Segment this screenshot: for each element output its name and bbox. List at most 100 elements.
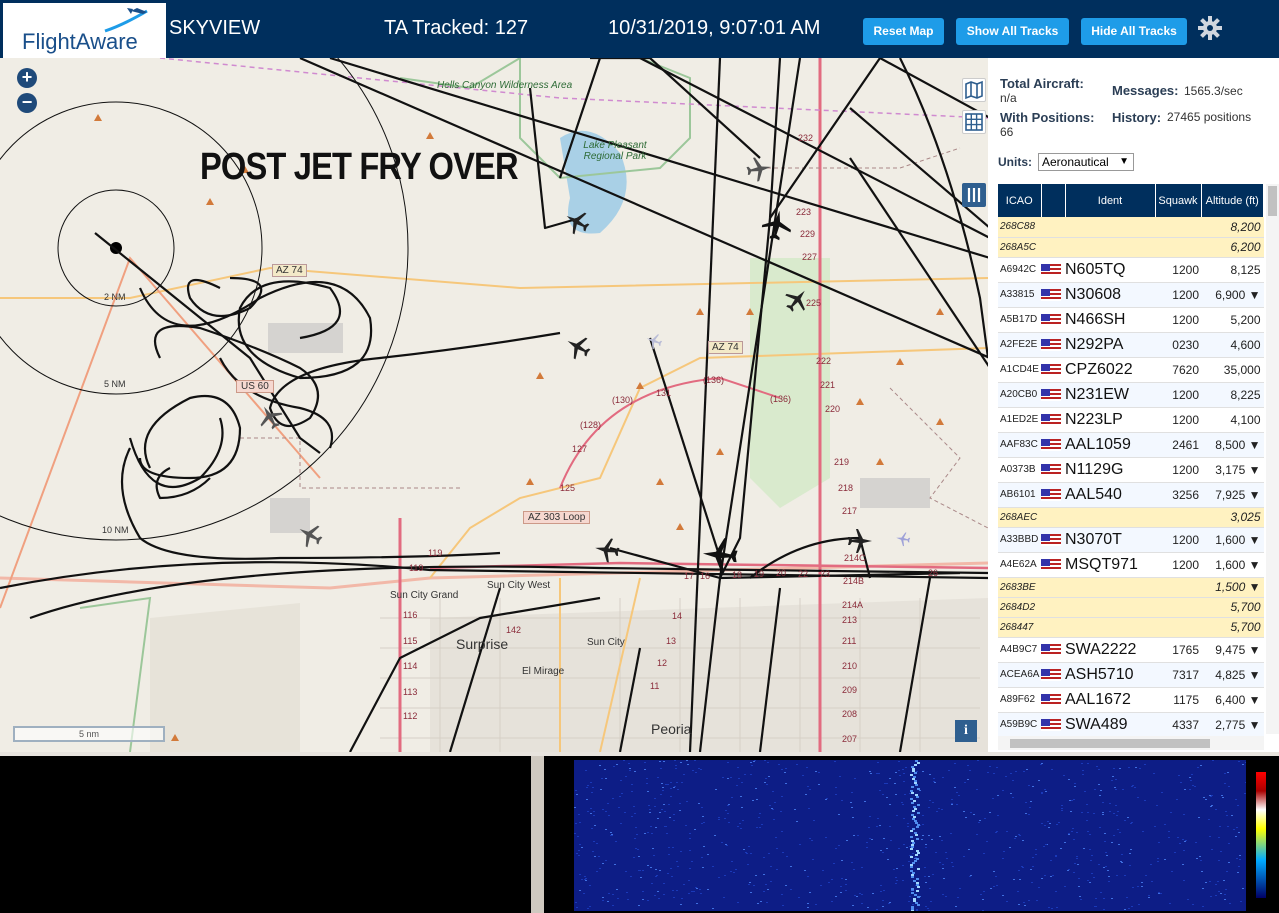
map-layers-button[interactable] xyxy=(962,78,986,102)
waterfall-pixel xyxy=(922,771,924,772)
airplane-icon[interactable] xyxy=(256,403,284,431)
waterfall-pixel xyxy=(731,797,733,798)
flightaware-logo[interactable]: FlightAware xyxy=(3,3,166,58)
hide-all-tracks-button[interactable]: Hide All Tracks xyxy=(1081,18,1187,45)
waterfall-pixel xyxy=(1094,789,1096,790)
route-marker: 219 xyxy=(834,457,850,467)
airplane-icon[interactable] xyxy=(745,155,773,183)
waterfall-pixel xyxy=(680,762,682,763)
airplane-icon[interactable] xyxy=(700,535,740,575)
table-row[interactable]: A4B9C7 SWA2222 1765 9,475 ▼ xyxy=(998,637,1264,663)
table-row[interactable]: A33BBD N3070T 1200 1,600 ▼ xyxy=(998,527,1264,553)
cell-flag xyxy=(1041,307,1065,333)
waterfall-pixel xyxy=(1028,900,1030,901)
table-row[interactable]: A6942C N605TQ 1200 8,125 xyxy=(998,257,1264,283)
waterfall-pixel xyxy=(786,856,788,857)
grid-toggle-button[interactable] xyxy=(962,110,986,134)
scrollbar-thumb[interactable] xyxy=(1268,186,1277,216)
waterfall-pixel xyxy=(935,852,937,853)
table-row[interactable]: A0373B N1129G 1200 3,175 ▼ xyxy=(998,457,1264,483)
column-header-ident[interactable]: Ident xyxy=(1065,184,1156,217)
waterfall-pixel xyxy=(620,780,622,781)
table-horizontal-scrollbar[interactable] xyxy=(998,736,1264,750)
waterfall-pixel xyxy=(1148,897,1150,898)
waterfall-pixel xyxy=(647,832,649,833)
waterfall-pixel xyxy=(1240,901,1242,902)
aircraft-table-wrapper[interactable]: ICAO Ident Squawk Altitude (ft) 268C88 8,… xyxy=(998,184,1264,739)
table-row[interactable]: A1CD4E CPZ6022 7620 35,000 xyxy=(998,357,1264,383)
table-vertical-scrollbar[interactable] xyxy=(1266,184,1279,734)
table-row[interactable]: 268C88 8,200 xyxy=(998,217,1264,238)
airplane-icon[interactable] xyxy=(783,286,811,314)
waterfall-pixel xyxy=(1025,802,1027,803)
waterfall-pixel xyxy=(1183,814,1185,815)
waterfall-pixel xyxy=(828,882,830,883)
airplane-icon[interactable] xyxy=(645,332,663,350)
column-header-icao[interactable]: ICAO xyxy=(998,184,1042,217)
airplane-icon[interactable] xyxy=(564,333,592,361)
waterfall-pixel xyxy=(838,814,840,815)
cell-ident: N3070T xyxy=(1065,527,1155,553)
waterfall-pixel xyxy=(749,882,751,883)
zoom-in-button[interactable]: + xyxy=(17,68,37,88)
table-row[interactable]: A89F62 AAL1672 1175 6,400 ▼ xyxy=(998,687,1264,713)
scrollbar-thumb[interactable] xyxy=(1010,739,1210,748)
info-button[interactable]: i xyxy=(955,720,977,742)
column-header-flag[interactable] xyxy=(1041,184,1066,217)
waterfall-pixel xyxy=(1028,785,1030,786)
waterfall-pixel xyxy=(784,772,786,773)
airplane-icon[interactable] xyxy=(296,521,324,549)
waterfall-pixel xyxy=(835,787,837,788)
waterfall-pixel xyxy=(1061,810,1063,811)
table-row[interactable]: 2684D2 5,700 xyxy=(998,597,1264,618)
cell-flag xyxy=(1041,382,1065,408)
waterfall-pixel xyxy=(1205,799,1207,800)
table-row[interactable]: ACEA6A ASH5710 7317 4,825 ▼ xyxy=(998,662,1264,688)
waterfall-pixel xyxy=(591,828,593,829)
reset-map-button[interactable]: Reset Map xyxy=(863,18,944,45)
route-marker: 227 xyxy=(802,252,818,262)
waterfall-pixel xyxy=(1064,886,1066,887)
units-select[interactable]: Aeronautical ▼ xyxy=(1038,153,1134,171)
waterfall-pixel xyxy=(956,792,958,793)
table-row[interactable]: 268447 5,700 xyxy=(998,617,1264,638)
airplane-icon[interactable] xyxy=(846,527,874,555)
waterfall-pixel xyxy=(757,903,759,904)
cell-squawk: 1200 xyxy=(1155,282,1201,308)
table-row[interactable]: 268A5C 6,200 xyxy=(998,237,1264,258)
table-row[interactable]: A2FE2E N292PA 0230 4,600 xyxy=(998,332,1264,358)
airplane-icon[interactable] xyxy=(563,208,591,236)
waterfall-pixel xyxy=(1068,779,1070,780)
waterfall-pixel xyxy=(1215,884,1217,885)
toggle-sidebar-button[interactable] xyxy=(962,183,986,207)
waterfall-pixel xyxy=(868,827,870,828)
waterfall-pixel xyxy=(585,770,587,771)
gear-icon[interactable] xyxy=(1198,16,1222,40)
waterfall-pixel xyxy=(1015,771,1017,772)
waterfall-pixel xyxy=(1111,842,1113,843)
table-row[interactable]: 2683BE 1,500 ▼ xyxy=(998,577,1264,598)
airplane-icon[interactable] xyxy=(760,208,794,242)
table-row[interactable]: A4E62A MSQT971 1200 1,600 ▼ xyxy=(998,552,1264,578)
table-row[interactable]: A59B9C SWA489 4337 2,775 ▼ xyxy=(998,712,1264,738)
table-row[interactable]: A33815 N30608 1200 6,900 ▼ xyxy=(998,282,1264,308)
waterfall-pixel xyxy=(1226,871,1228,872)
column-header-squawk[interactable]: Squawk xyxy=(1155,184,1202,217)
zoom-out-button[interactable]: − xyxy=(17,93,37,113)
table-row[interactable]: AB6101 AAL540 3256 7,925 ▼ xyxy=(998,482,1264,508)
airplane-icon[interactable] xyxy=(593,536,621,564)
waterfall-pixel xyxy=(886,797,888,798)
cell-icao: 268AEC xyxy=(998,507,1041,528)
map-view[interactable]: Hells Canyon Wilderness Area Lake Pleasa… xyxy=(0,58,988,752)
table-row[interactable]: A20CB0 N231EW 1200 8,225 xyxy=(998,382,1264,408)
column-header-altitude[interactable]: Altitude (ft) xyxy=(1201,184,1264,217)
map-scale-bar: 5 nm xyxy=(13,726,165,742)
table-row[interactable]: A1ED2E N223LP 1200 4,100 xyxy=(998,407,1264,433)
waterfall-pixel xyxy=(806,767,808,768)
table-row[interactable]: 268AEC 3,025 xyxy=(998,507,1264,528)
table-row[interactable]: A5B17D N466SH 1200 5,200 xyxy=(998,307,1264,333)
table-row[interactable]: AAF83C AAL1059 2461 8,500 ▼ xyxy=(998,432,1264,458)
airplane-icon[interactable] xyxy=(895,531,911,547)
show-all-tracks-button[interactable]: Show All Tracks xyxy=(956,18,1069,45)
panel-divider-handle[interactable] xyxy=(531,756,544,913)
